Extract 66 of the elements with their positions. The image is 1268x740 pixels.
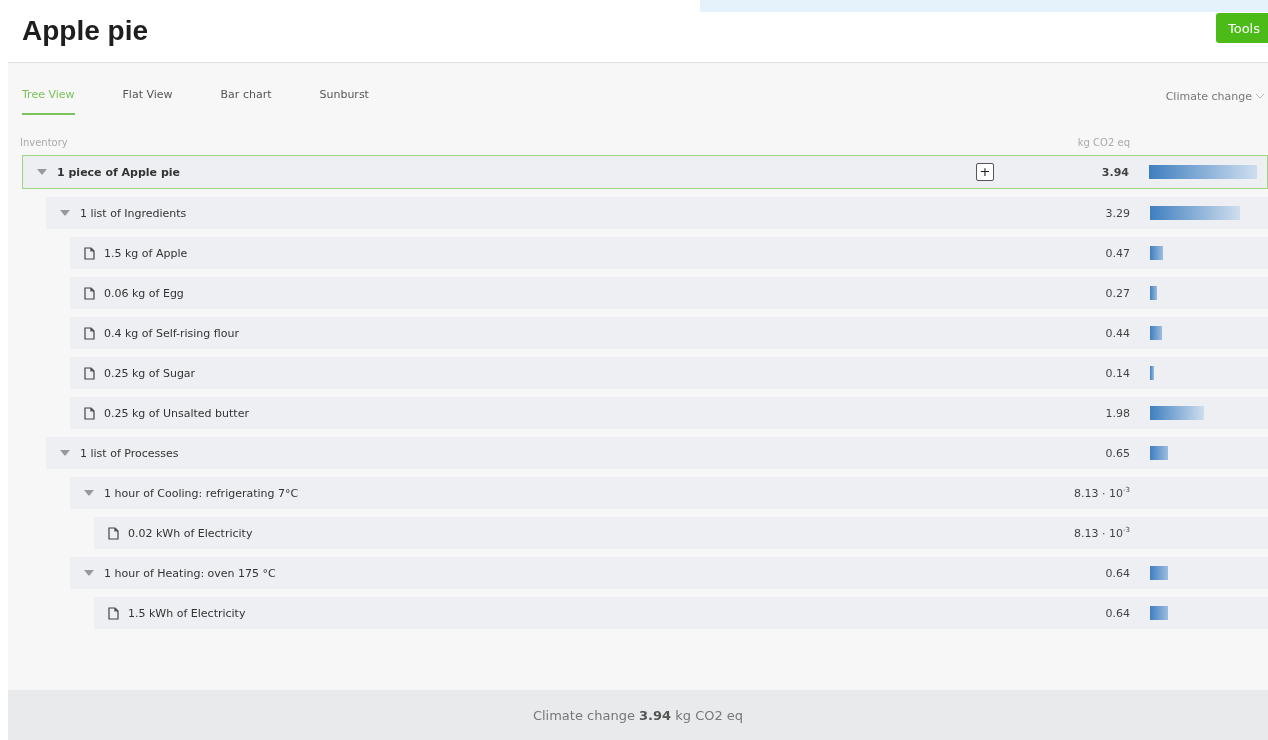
row-label: 1 list of Ingredients: [80, 206, 188, 220]
impact-bar: [1150, 566, 1168, 580]
impact-bar: [1150, 326, 1163, 340]
view-tab[interactable]: Flat View: [122, 77, 173, 115]
row-label: 0.06 kg of Egg: [104, 286, 185, 300]
tree-row[interactable]: 1.5 kWh of Electricity 0.64: [94, 597, 1268, 629]
column-header: Inventory: [20, 136, 68, 148]
row-value: 1.98: [1104, 406, 1130, 420]
row-label: 1 hour of Cooling: refrigerating 7°C: [104, 486, 300, 500]
collapse-arrow-icon[interactable]: [84, 569, 94, 577]
document-icon: [83, 286, 95, 300]
row-value: 8.13 · 10$^{-3}$: [1073, 526, 1130, 540]
row-label: 1.5 kg of Apple: [104, 246, 189, 260]
row-label: 0.25 kg of Sugar: [104, 366, 197, 380]
row-value: 3.29: [1104, 206, 1130, 220]
document-icon: [83, 406, 95, 420]
impact-summary: Climate change 3.94 kg CO2 eq: [532, 707, 744, 723]
tree-row[interactable]: 0.4 kg of Self-rising flour 0.44: [70, 317, 1268, 349]
tree-row[interactable]: 1.5 kg of Apple 0.47: [70, 237, 1268, 269]
row-label: 1.5 kWh of Electricity: [128, 606, 247, 620]
tree-row[interactable]: 1 piece of Apple pie + 3.94: [22, 155, 1268, 189]
row-value: 0.65: [1104, 446, 1130, 460]
row-value: 0.14: [1104, 366, 1130, 380]
collapse-arrow-icon[interactable]: [84, 489, 94, 497]
row-value: 0.47: [1104, 246, 1130, 260]
column-header: kg CO2 eq: [1076, 136, 1130, 148]
impact-bar: [1150, 366, 1154, 380]
row-label: 1 hour of Heating: oven 175 °C: [104, 566, 277, 580]
impact-bar: [1150, 246, 1163, 260]
document-icon: [83, 246, 95, 260]
page-title: Apple pie: [22, 15, 148, 47]
view-tab[interactable]: Sunburst: [319, 77, 369, 115]
row-value: 0.44: [1104, 326, 1130, 340]
impact-bar: [1150, 406, 1205, 420]
add-button[interactable]: +: [976, 163, 994, 181]
row-label: 0.02 kWh of Electricity: [128, 526, 254, 540]
tree-row[interactable]: 0.06 kg of Egg 0.27: [70, 277, 1268, 309]
tree-row[interactable]: 0.02 kWh of Electricity 8.13 · 10$^{-3}$: [94, 517, 1268, 549]
document-icon: [107, 606, 119, 620]
view-tab[interactable]: Bar chart: [220, 77, 272, 115]
tree-row[interactable]: 1 hour of Cooling: refrigerating 7°C 8.13 · 10$^{-3}$: [70, 477, 1268, 509]
tree-row[interactable]: 1 list of Processes 0.65: [46, 437, 1268, 469]
row-value: 0.64: [1104, 566, 1130, 580]
row-label: 1 list of Processes: [80, 446, 180, 460]
tree-row[interactable]: 0.25 kg of Sugar 0.14: [70, 357, 1268, 389]
collapse-arrow-icon[interactable]: [37, 168, 47, 176]
document-icon: [107, 526, 119, 540]
document-icon: [83, 326, 95, 340]
collapse-arrow-icon[interactable]: [60, 209, 70, 217]
impact-bar: [1150, 446, 1168, 460]
tree-row[interactable]: 0.25 kg of Unsalted butter 1.98: [70, 397, 1268, 429]
collapse-arrow-icon[interactable]: [60, 449, 70, 457]
tree-row[interactable]: 1 hour of Heating: oven 175 °C 0.64: [70, 557, 1268, 589]
impact-bar: [1150, 286, 1158, 300]
chevron-down-icon: [1256, 93, 1264, 99]
row-value: 0.27: [1104, 286, 1130, 300]
document-icon: [83, 366, 95, 380]
row-label: 0.25 kg of Unsalted butter: [104, 406, 250, 420]
row-label: 0.4 kg of Self-rising flour: [104, 326, 240, 340]
impact-dropdown[interactable]: Climate change: [1165, 89, 1268, 103]
impact-bar: [1150, 606, 1168, 620]
row-value: 3.94: [1100, 165, 1129, 179]
row-value: 0.64: [1104, 606, 1130, 620]
row-value: 8.13 · 10$^{-3}$: [1073, 486, 1130, 500]
tree-row[interactable]: 1 list of Ingredients 3.29: [46, 197, 1268, 229]
row-label: 1 piece of Apple pie: [57, 165, 181, 179]
